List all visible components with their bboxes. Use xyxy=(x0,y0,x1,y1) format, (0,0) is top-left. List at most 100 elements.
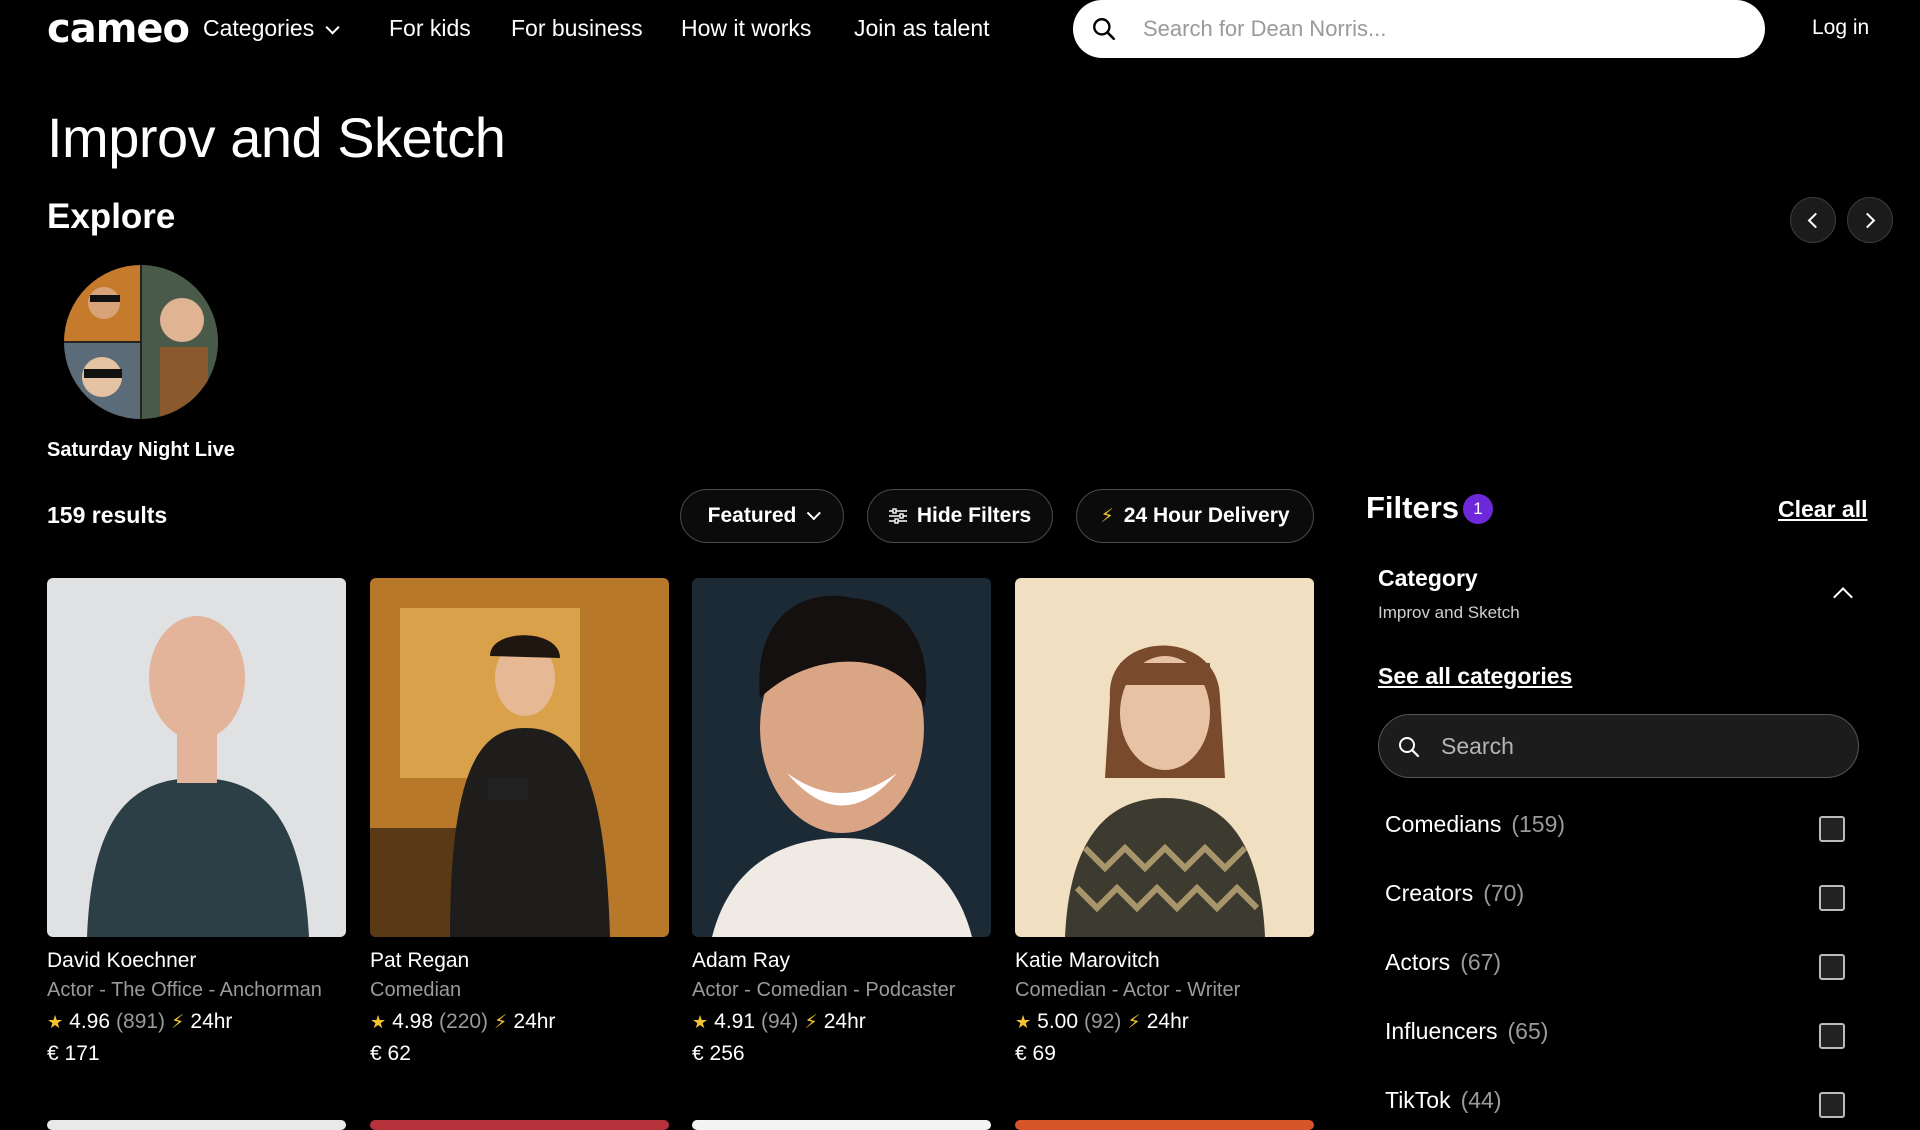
next-row-card-peek xyxy=(1015,1120,1314,1130)
chevron-up-icon[interactable] xyxy=(1833,587,1853,607)
talent-rating: 4.98 xyxy=(392,1010,434,1033)
nav-for-business[interactable]: For business xyxy=(511,15,643,42)
lightning-icon: ⚡ xyxy=(1127,1011,1141,1033)
filter-option-count: (67) xyxy=(1460,949,1502,975)
top-nav: cameo Categories For kids For business H… xyxy=(0,0,1920,60)
nav-for-kids[interactable]: For kids xyxy=(389,15,471,42)
talent-stats: ★ 4.91 (94) ⚡ 24hr xyxy=(692,1010,991,1034)
talent-card[interactable]: Pat Regan Comedian ★ 4.98 (220) ⚡ 24hr €… xyxy=(370,578,669,1066)
filter-option[interactable]: Actors (67) xyxy=(1385,949,1845,989)
talent-photo[interactable] xyxy=(1015,578,1314,937)
talent-rating: 4.96 xyxy=(69,1010,111,1033)
talent-card[interactable]: Adam Ray Actor - Comedian - Podcaster ★ … xyxy=(692,578,991,1066)
talent-delivery: 24hr xyxy=(513,1010,556,1033)
talent-review-count: (220) xyxy=(439,1010,489,1033)
nav-categories[interactable]: Categories xyxy=(203,15,340,42)
talent-role: Comedian - Actor - Writer xyxy=(1015,979,1241,1001)
talent-price: € 62 xyxy=(370,1042,411,1065)
delivery-filter-button[interactable]: ⚡ 24 Hour Delivery xyxy=(1076,489,1314,543)
filter-option-label: Actors xyxy=(1385,949,1451,975)
talent-price: € 69 xyxy=(1015,1042,1056,1065)
explore-item-avatar[interactable] xyxy=(64,265,218,419)
lightning-icon: ⚡ xyxy=(804,1011,818,1033)
talent-name: Katie Marovitch xyxy=(1015,949,1160,972)
nav-categories-label: Categories xyxy=(203,15,315,41)
next-row-card-peek xyxy=(370,1120,669,1130)
explore-item-label[interactable]: Saturday Night Live xyxy=(47,439,235,462)
hide-filters-label: Hide Filters xyxy=(916,504,1032,527)
talent-photo[interactable] xyxy=(692,578,991,937)
sort-label: Featured xyxy=(707,504,797,527)
talent-stats: ★ 4.98 (220) ⚡ 24hr xyxy=(370,1010,669,1034)
filter-option[interactable]: Comedians (159) xyxy=(1385,811,1845,851)
carousel-prev-button[interactable] xyxy=(1790,197,1836,243)
talent-rating: 4.91 xyxy=(714,1010,756,1033)
filter-option-label: TikTok xyxy=(1385,1087,1451,1113)
lightning-icon: ⚡ xyxy=(171,1011,185,1033)
category-heading[interactable]: Category xyxy=(1378,565,1478,592)
talent-review-count: (94) xyxy=(761,1010,799,1033)
delivery-filter-label: 24 Hour Delivery xyxy=(1123,504,1290,527)
talent-delivery: 24hr xyxy=(190,1010,233,1033)
talent-role: Actor - The Office - Anchorman xyxy=(47,979,322,1001)
filter-option[interactable]: Influencers (65) xyxy=(1385,1018,1845,1058)
nav-how-it-works[interactable]: How it works xyxy=(681,15,811,42)
filter-option-label: Influencers xyxy=(1385,1018,1498,1044)
star-icon: ★ xyxy=(370,1011,387,1032)
talent-stats: ★ 4.96 (891) ⚡ 24hr xyxy=(47,1010,346,1034)
cameo-logo[interactable]: cameo xyxy=(47,6,190,52)
clear-all-link[interactable]: Clear all xyxy=(1778,496,1868,523)
filters-count-badge: 1 xyxy=(1463,494,1493,524)
collage-image xyxy=(64,265,218,419)
talent-card[interactable]: Katie Marovitch Comedian - Actor - Write… xyxy=(1015,578,1314,1066)
sliders-icon xyxy=(888,508,907,524)
login-link[interactable]: Log in xyxy=(1812,16,1869,40)
talent-name: Pat Regan xyxy=(370,949,470,972)
talent-role: Actor - Comedian - Podcaster xyxy=(692,979,956,1001)
results-count: 159 results xyxy=(47,502,168,528)
talent-name: Adam Ray xyxy=(692,949,791,972)
filter-option[interactable]: Creators (70) xyxy=(1385,880,1845,920)
talent-card[interactable]: David Koechner Actor - The Office - Anch… xyxy=(47,578,346,1066)
filter-checkbox[interactable] xyxy=(1819,1092,1845,1118)
see-all-categories-link[interactable]: See all categories xyxy=(1378,663,1572,690)
filter-option[interactable]: TikTok (44) xyxy=(1385,1087,1845,1127)
talent-photo[interactable] xyxy=(370,578,669,937)
filter-checkbox[interactable] xyxy=(1819,954,1845,980)
next-row-card-peek xyxy=(47,1120,346,1130)
filter-option-count: (70) xyxy=(1483,880,1525,906)
chevron-left-icon xyxy=(1807,212,1824,229)
carousel-next-button[interactable] xyxy=(1847,197,1893,243)
filters-heading: Filters xyxy=(1366,490,1460,525)
category-search-input[interactable] xyxy=(1441,729,1821,763)
search-icon xyxy=(1399,737,1420,758)
talent-photo[interactable] xyxy=(47,578,346,937)
filter-option-label: Comedians xyxy=(1385,811,1502,837)
talent-price: € 171 xyxy=(47,1042,100,1065)
talent-delivery: 24hr xyxy=(823,1010,866,1033)
filter-checkbox[interactable] xyxy=(1819,885,1845,911)
global-search[interactable] xyxy=(1073,0,1765,58)
lightning-icon: ⚡ xyxy=(494,1011,508,1033)
hide-filters-button[interactable]: Hide Filters xyxy=(867,489,1053,543)
sort-dropdown[interactable]: Featured xyxy=(680,489,844,543)
selected-category: Improv and Sketch xyxy=(1378,603,1520,622)
star-icon: ★ xyxy=(692,1011,709,1032)
talent-review-count: (92) xyxy=(1084,1010,1122,1033)
category-search[interactable] xyxy=(1378,714,1859,778)
filter-checkbox[interactable] xyxy=(1819,816,1845,842)
filter-option-count: (65) xyxy=(1507,1018,1549,1044)
lightning-icon: ⚡ xyxy=(1100,505,1114,527)
chevron-down-icon xyxy=(325,20,340,35)
nav-join-as-talent[interactable]: Join as talent xyxy=(854,15,990,42)
chevron-down-icon xyxy=(807,506,822,521)
talent-delivery: 24hr xyxy=(1146,1010,1189,1033)
talent-stats: ★ 5.00 (92) ⚡ 24hr xyxy=(1015,1010,1314,1034)
filter-option-label: Creators xyxy=(1385,880,1474,906)
global-search-input[interactable] xyxy=(1143,12,1743,46)
filter-checkbox[interactable] xyxy=(1819,1023,1845,1049)
star-icon: ★ xyxy=(1015,1011,1032,1032)
talent-name: David Koechner xyxy=(47,949,197,972)
explore-heading: Explore xyxy=(47,197,176,236)
talent-price: € 256 xyxy=(692,1042,745,1065)
